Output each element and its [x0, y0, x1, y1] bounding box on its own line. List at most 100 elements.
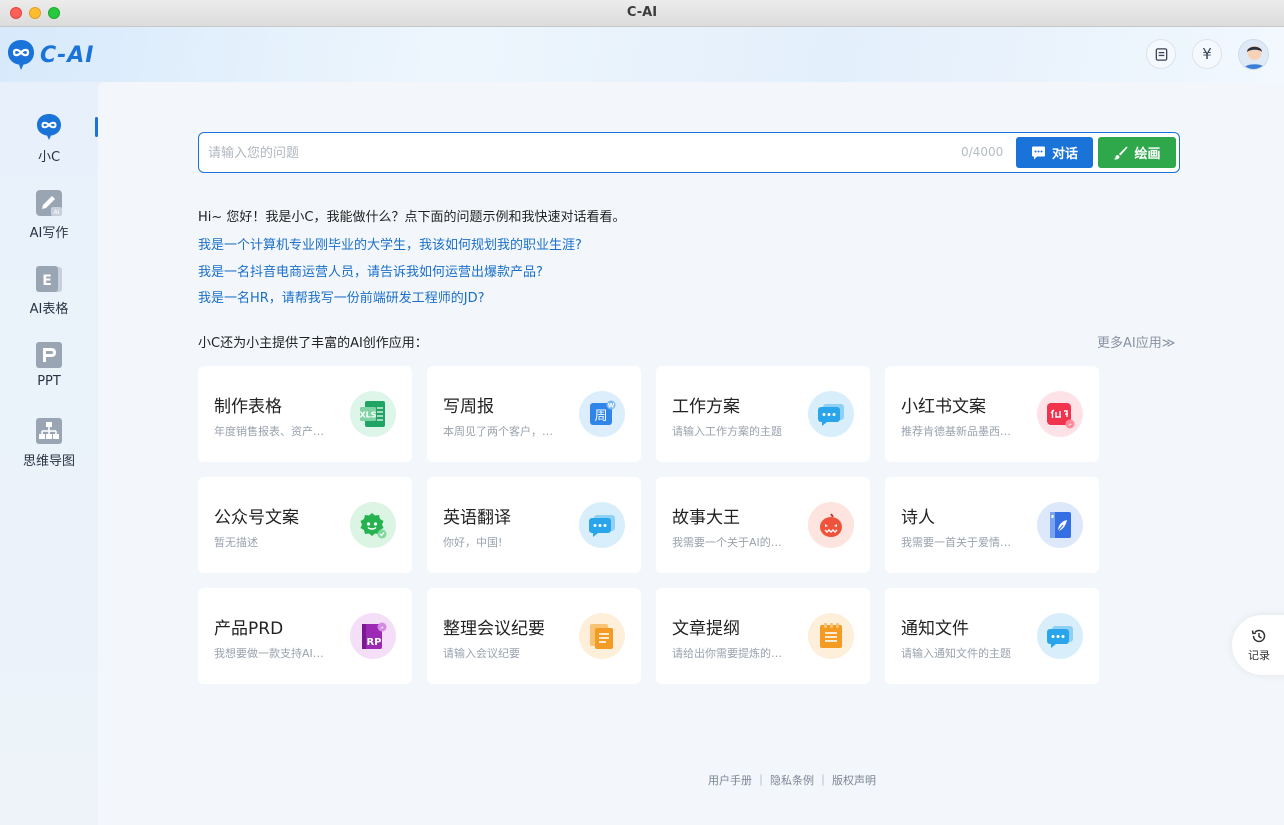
sidebar-item-xiaoc[interactable]: 小C — [0, 110, 98, 182]
apps-section-title: 小C还为小主提供了丰富的AI创作应用： — [198, 336, 428, 351]
app-card-desc: 请输入通知文件的主题 — [901, 647, 1011, 660]
ppt-p-icon — [36, 342, 62, 368]
app-card-title: 制作表格 — [214, 397, 282, 417]
weekly-report-icon: 周W — [579, 391, 625, 437]
mindmap-icon — [36, 418, 62, 444]
app-card-desc: 本周见了两个客户，完成了 — [443, 425, 561, 438]
app-card[interactable]: 故事大王 我需要一个关于AI的故事 — [656, 477, 870, 573]
manual-button[interactable] — [1146, 39, 1176, 69]
sidebar-item-mindmap[interactable]: 思维导图 — [0, 414, 98, 486]
xiaohongshu-icon — [1037, 391, 1083, 437]
chat-bubble-icon — [808, 391, 854, 437]
sidebar: 小C AI AI写作 E AI表格 PPT 思维导图 — [0, 82, 98, 825]
wechat-icon — [350, 502, 396, 548]
infinity-bubble-icon — [37, 114, 61, 140]
history-icon — [1251, 629, 1266, 643]
sidebar-item-ppt[interactable]: PPT — [0, 338, 98, 410]
app-card[interactable]: 工作方案 请输入工作方案的主题 — [656, 366, 870, 462]
app-logo[interactable]: C-AI — [6, 37, 95, 73]
pumpkin-icon — [808, 502, 854, 548]
draw-button-label: 绘画 — [1134, 146, 1161, 161]
sidebar-item-ai-sheet[interactable]: E AI表格 — [0, 262, 98, 334]
chat-button-label: 对话 — [1051, 146, 1078, 161]
app-card-desc: 我想要做一款支持AI对话的 — [214, 647, 332, 660]
sidebar-item-label: PPT — [37, 374, 61, 389]
app-card[interactable]: 诗人 我需要一首关于爱情的诗 — [885, 477, 1099, 573]
svg-text:XLS: XLS — [359, 411, 376, 420]
chat-icon — [1031, 146, 1045, 159]
user-avatar[interactable] — [1238, 39, 1269, 70]
example-question[interactable]: 我是一个计算机专业刚毕业的大学生，我该如何规划我的职业生涯? — [198, 234, 582, 253]
app-card-desc: 年度销售报表、资产负债表 — [214, 425, 332, 438]
app-card-title: 小红书文案 — [901, 397, 986, 417]
app-card-desc: 我需要一首关于爱情的诗 — [901, 536, 1019, 549]
app-card-desc: 请输入会议纪要 — [443, 647, 520, 660]
app-card-title: 英语翻译 — [443, 508, 511, 528]
svg-text:E: E — [42, 273, 52, 289]
app-card[interactable]: 公众号文案 暂无描述 — [198, 477, 412, 573]
double-chevron-right-icon: ≫ — [1161, 336, 1176, 351]
outline-icon — [808, 613, 854, 659]
app-card[interactable]: 整理会议纪要 请输入会议纪要 — [427, 588, 641, 684]
app-card-desc: 我需要一个关于AI的故事 — [672, 536, 790, 549]
app-card[interactable]: 英语翻译 你好，中国! — [427, 477, 641, 573]
sidebar-item-label: 小C — [37, 150, 61, 165]
example-question[interactable]: 我是一名抖音电商运营人员，请告诉我如何运营出爆款产品? — [198, 261, 543, 280]
app-card-desc: 请给出你需要提炼的文章 — [672, 647, 790, 660]
app-card-title: 公众号文案 — [214, 508, 299, 528]
history-label: 记录 — [1248, 649, 1270, 662]
draw-button[interactable]: 绘画 — [1098, 137, 1176, 168]
history-button[interactable]: 记录 — [1232, 615, 1284, 675]
chat-bubble-icon — [579, 502, 625, 548]
window-title: C-AI — [626, 5, 658, 20]
pen-ai-icon: AI — [36, 190, 62, 216]
app-card-title: 通知文件 — [901, 619, 969, 639]
app-card-title: 故事大王 — [672, 508, 740, 528]
app-card[interactable]: 写周报 本周见了两个客户，完成了 周W — [427, 366, 641, 462]
sidebar-item-label: AI写作 — [29, 226, 69, 241]
main-content: 0/4000 对话 绘画 Hi~ 您好！我是小C，我能做什么？点下面的问题示例和… — [98, 82, 1284, 825]
app-card-title: 产品PRD — [214, 619, 284, 639]
recharge-button[interactable]: ¥ — [1192, 39, 1222, 69]
app-card-title: 整理会议纪要 — [443, 619, 545, 639]
app-card-title: 工作方案 — [672, 397, 740, 417]
sheet-e-icon: E — [36, 266, 62, 292]
chat-button[interactable]: 对话 — [1016, 137, 1093, 168]
sidebar-item-ai-writing[interactable]: AI AI写作 — [0, 186, 98, 258]
yuan-icon: ¥ — [1202, 45, 1212, 63]
sidebar-item-label: AI表格 — [29, 302, 69, 317]
brush-icon — [1113, 146, 1128, 159]
char-counter: 0/4000 — [961, 145, 1004, 159]
more-apps-label: 更多AI应用 — [1097, 336, 1162, 351]
sidebar-item-label: 思维导图 — [22, 454, 75, 469]
question-input[interactable] — [208, 139, 948, 167]
svg-text:周: 周 — [594, 409, 607, 424]
app-card-desc: 推荐肯德基新品墨西哥鸡肉卷 — [901, 425, 1019, 438]
app-card-title: 写周报 — [443, 397, 494, 417]
app-card-desc: 你好，中国! — [443, 536, 503, 549]
app-card[interactable]: 文章提纲 请给出你需要提炼的文章 — [656, 588, 870, 684]
footer-links[interactable]: 用户手册 ｜ 隐私条例 ｜ 版权声明 — [98, 772, 876, 788]
more-apps-link[interactable]: 更多AI应用≫ — [1097, 332, 1175, 351]
question-box: 0/4000 对话 绘画 — [198, 132, 1180, 173]
app-card[interactable]: 产品PRD 我想要做一款支持AI对话的 RP — [198, 588, 412, 684]
app-header: C-AI ¥ — [0, 27, 1284, 82]
app-card[interactable]: 通知文件 请输入通知文件的主题 — [885, 588, 1099, 684]
app-card-title: 诗人 — [901, 508, 935, 528]
excel-icon: XLS — [350, 391, 396, 437]
app-card-desc: 请输入工作方案的主题 — [672, 425, 782, 438]
window-titlebar: C-AI — [0, 0, 1284, 27]
app-card[interactable]: 小红书文案 推荐肯德基新品墨西哥鸡肉卷 — [885, 366, 1099, 462]
example-question[interactable]: 我是一名HR，请帮我写一份前端研发工程师的JD? — [198, 287, 485, 306]
avatar-icon — [1242, 46, 1267, 69]
greeting-text: Hi~ 您好！我是小C，我能做什么？点下面的问题示例和我快速对话看看。 — [198, 210, 626, 225]
app-card-title: 文章提纲 — [672, 619, 740, 639]
app-card-desc: 暂无描述 — [214, 536, 258, 549]
svg-text:RP: RP — [366, 637, 381, 648]
rp-icon: RP — [350, 613, 396, 659]
svg-text:W: W — [608, 403, 615, 410]
book-icon — [1155, 47, 1167, 61]
logo-text: C-AI — [40, 42, 95, 68]
logo-mark-icon — [8, 40, 34, 70]
app-card[interactable]: 制作表格 年度销售报表、资产负债表 XLS — [198, 366, 412, 462]
